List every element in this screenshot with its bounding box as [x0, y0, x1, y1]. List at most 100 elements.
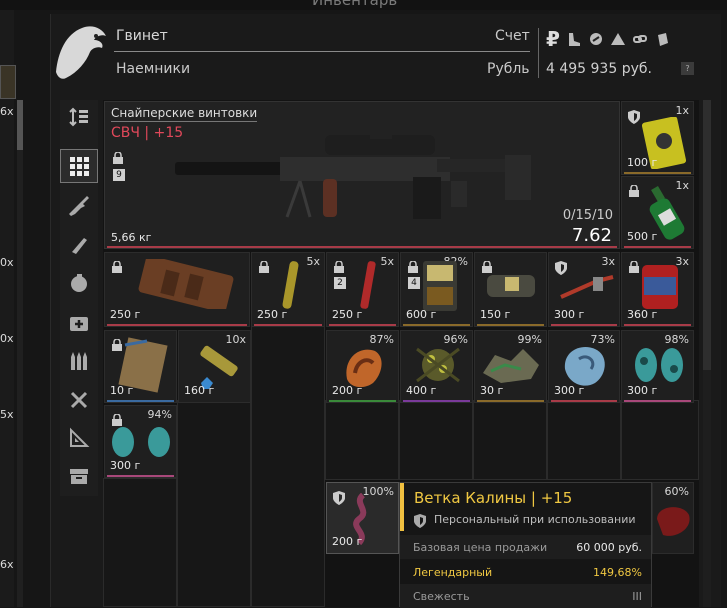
- tooltip-subtitle: Персональный при использовании: [434, 513, 636, 526]
- left-count-2: 0x: [0, 256, 14, 269]
- base-price-label: Базовая цена продажи: [413, 541, 548, 554]
- rarity-label: Легендарный: [413, 566, 493, 579]
- nav-containers[interactable]: [60, 459, 98, 493]
- weapon-badge: 9: [113, 169, 125, 181]
- rarity-underline: [551, 324, 617, 326]
- backpack-item[interactable]: 250 г: [104, 252, 250, 327]
- shield-icon: [414, 514, 426, 528]
- item-tooltip: Ветка Калины | +15 Персональный при испо…: [399, 482, 652, 608]
- item-count: 1x: [675, 104, 689, 117]
- artifact-item-6[interactable]: 94% 300 г: [104, 405, 177, 478]
- left-slot-item[interactable]: [0, 65, 16, 99]
- left-scrollbar-thumb[interactable]: [17, 100, 23, 150]
- gadget-item[interactable]: 150 г: [474, 252, 547, 327]
- triangle-icon: [70, 427, 90, 447]
- empty-cell[interactable]: [547, 400, 621, 480]
- partial-item[interactable]: 60%: [652, 482, 694, 554]
- nav-melee[interactable]: [60, 228, 98, 262]
- nav-weapons[interactable]: [60, 189, 98, 223]
- multitool-item[interactable]: 3x 300 г: [548, 252, 620, 327]
- lock-icon: [334, 261, 344, 273]
- grid-scrollbar-thumb[interactable]: [703, 100, 711, 370]
- grid-scrollbar[interactable]: [703, 100, 711, 607]
- item-weight: 250 г: [110, 308, 141, 321]
- left-scrollbar[interactable]: [17, 100, 23, 607]
- device-item[interactable]: 4 82% 600 г: [400, 252, 473, 327]
- rarity-underline: [624, 172, 691, 174]
- empty-cell[interactable]: [177, 400, 251, 607]
- item-weight: 500 г: [627, 230, 658, 243]
- trader-eagle-icon: [56, 26, 106, 79]
- artifact-image: [483, 349, 539, 383]
- rarity-underline: [329, 324, 396, 326]
- bottle-item[interactable]: 1x 500 г: [621, 176, 694, 249]
- item-weight: 600 г: [406, 308, 437, 321]
- artifact-item-1[interactable]: 87% 200 г: [326, 330, 399, 403]
- pouch-image: [138, 259, 234, 309]
- weapon-name: СВЧ | +15: [111, 125, 184, 141]
- kalina-branch-item[interactable]: 100% 200 г: [326, 482, 399, 554]
- empty-cell[interactable]: [473, 400, 547, 480]
- item-weight: 30 г: [480, 384, 504, 397]
- rarity-underline: [403, 324, 470, 326]
- knife-icon: [72, 238, 87, 254]
- empty-cell[interactable]: [251, 326, 325, 607]
- empty-cell[interactable]: [103, 478, 177, 607]
- empty-cell[interactable]: [399, 400, 473, 480]
- rarity-underline: [254, 324, 322, 326]
- boot-icon[interactable]: [566, 31, 582, 47]
- shield-icon: [628, 110, 640, 124]
- nav-all[interactable]: [60, 149, 98, 183]
- rifle-image: [175, 129, 531, 219]
- rarity-underline: [107, 246, 617, 248]
- nav-meds[interactable]: [60, 306, 98, 340]
- injector-item[interactable]: 2 5x 250 г: [326, 252, 399, 327]
- weapon-item[interactable]: Снайперские винтовки СВЧ | +15 9 5,66 кг…: [104, 101, 620, 249]
- nav-ammo[interactable]: [60, 344, 98, 378]
- left-count-1: 6x: [0, 105, 14, 118]
- nav-grenades[interactable]: [60, 266, 98, 300]
- ammo-item[interactable]: 10x 160 г: [178, 330, 251, 403]
- nav-tools[interactable]: [60, 383, 98, 417]
- rarity-value: 149,68%: [593, 566, 642, 579]
- pyramid-icon[interactable]: [610, 31, 626, 47]
- currency-label: Рубль: [487, 61, 530, 77]
- item-badge: 2: [334, 277, 346, 289]
- artifact-item-5[interactable]: 98% 300 г: [621, 330, 694, 403]
- item-count: 94%: [147, 408, 172, 421]
- artifact-item-4[interactable]: 73% 300 г: [548, 330, 620, 403]
- help-button[interactable]: ?: [681, 62, 694, 75]
- item-weight: 200 г: [332, 535, 363, 548]
- item-weight: 300 г: [554, 384, 585, 397]
- keycard-item[interactable]: 1x 100 г: [621, 101, 694, 175]
- notebook-item[interactable]: 10 г: [104, 330, 177, 403]
- jar-image: [642, 265, 678, 309]
- artifact-image: [657, 507, 690, 536]
- artifact-item-2[interactable]: 96% 400 г: [400, 330, 473, 403]
- bag-icon[interactable]: [654, 31, 670, 47]
- artifact-image: [635, 348, 683, 382]
- left-inventory-strip: 6x 0x 0x 5x 6x: [0, 10, 16, 607]
- sausage-item[interactable]: 5x 250 г: [251, 252, 325, 327]
- item-weight: 150 г: [480, 308, 511, 321]
- item-weight: 100 г: [627, 156, 658, 169]
- chain-icon[interactable]: [632, 31, 648, 47]
- item-count: 3x: [601, 255, 615, 268]
- rarity-underline: [477, 324, 544, 326]
- balance-value: 4 495 935 руб.: [546, 61, 652, 77]
- empty-cell[interactable]: [325, 400, 399, 480]
- left-count-3: 0x: [0, 332, 14, 345]
- coin-icon[interactable]: [588, 31, 604, 47]
- empty-cell[interactable]: [621, 400, 699, 480]
- sort-icon: [69, 107, 88, 127]
- artifact-item-3[interactable]: 99% 30 г: [474, 330, 547, 403]
- weapon-weight: 5,66 кг: [111, 231, 152, 244]
- tooltip-title: Ветка Калины | +15: [414, 489, 573, 507]
- nav-sort[interactable]: [60, 100, 98, 134]
- nav-misc[interactable]: [60, 421, 98, 455]
- jar-item[interactable]: 3x 360 г: [621, 252, 694, 327]
- rifle-icon: [69, 196, 89, 216]
- freshness-value: III: [632, 590, 642, 603]
- weapon-ammo: 0/15/10: [562, 208, 613, 223]
- ruble-icon[interactable]: ₽: [546, 27, 560, 51]
